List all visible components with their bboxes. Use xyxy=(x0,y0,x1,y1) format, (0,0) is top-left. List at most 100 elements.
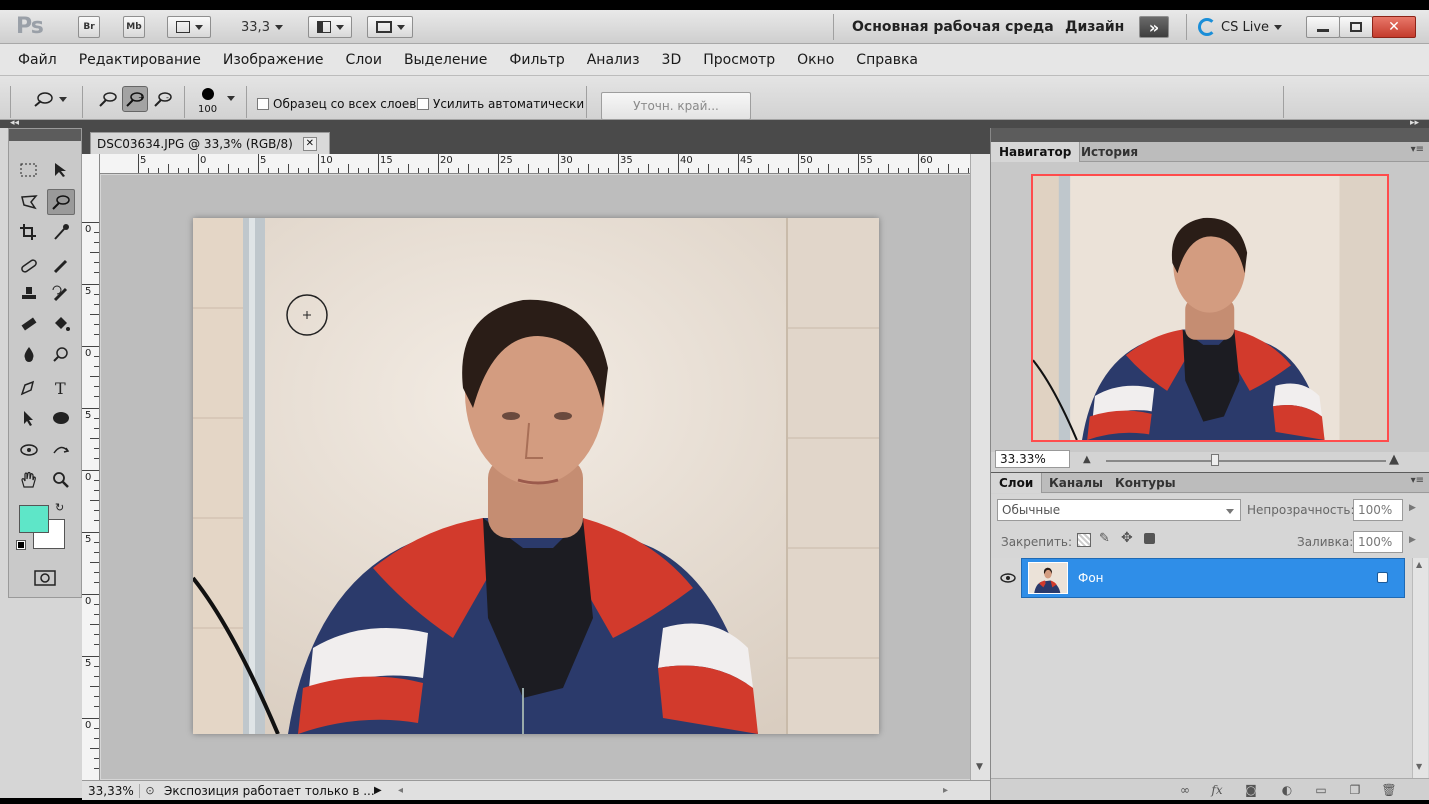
add-to-selection-mode[interactable]: + xyxy=(122,86,148,112)
view-extras-button[interactable] xyxy=(167,16,211,38)
quick-mask-button[interactable] xyxy=(31,567,59,589)
move-tool[interactable] xyxy=(47,157,75,183)
layer-name[interactable]: Фон xyxy=(1078,571,1104,585)
menu-filter[interactable]: Фильтр xyxy=(509,52,564,68)
document-image[interactable] xyxy=(193,218,879,734)
navigator-zoom-slider[interactable] xyxy=(1106,460,1386,462)
brush-tool[interactable] xyxy=(47,253,75,279)
sample-all-layers-checkbox[interactable] xyxy=(257,98,269,110)
menu-select[interactable]: Выделение xyxy=(404,52,487,68)
hscroll-left-icon[interactable]: ◂ xyxy=(398,785,403,796)
zoom-out-icon[interactable]: ▲ xyxy=(1083,454,1091,465)
tab-layers[interactable]: Слои xyxy=(991,473,1043,493)
zoom-level-dropdown[interactable]: 33,3 xyxy=(232,16,292,38)
menu-window[interactable]: Окно xyxy=(797,52,834,68)
menu-edit[interactable]: Редактирование xyxy=(79,52,201,68)
navigator-zoom-field[interactable]: 33.33% xyxy=(995,450,1070,468)
opacity-field[interactable]: 100% xyxy=(1353,499,1403,521)
paint-bucket-tool[interactable] xyxy=(47,311,75,337)
fill-field[interactable]: 100% xyxy=(1353,531,1403,553)
layer-row-background[interactable]: Фон xyxy=(1021,558,1405,598)
hand-tool[interactable] xyxy=(15,467,43,493)
zoom-tool[interactable] xyxy=(47,467,75,493)
subtract-from-selection-mode[interactable]: - xyxy=(150,86,176,112)
minimize-button[interactable] xyxy=(1306,16,1340,38)
layer-style-icon[interactable]: fx xyxy=(1209,783,1225,797)
layers-scrollbar[interactable]: ▲ ▼ xyxy=(1412,558,1428,778)
menu-image[interactable]: Изображение xyxy=(223,52,324,68)
add-mask-icon[interactable]: ◙ xyxy=(1243,783,1259,797)
collapse-left-icon[interactable]: ◂◂ xyxy=(10,118,19,128)
screen-mode-button[interactable] xyxy=(367,16,413,38)
cs-live-button[interactable]: CS Live xyxy=(1198,18,1283,36)
document-tab[interactable]: DSC03634.JPG @ 33,3% (RGB/8) ✕ xyxy=(90,132,330,154)
navigator-zoom-slider-handle[interactable] xyxy=(1211,454,1219,466)
lock-pixels-icon[interactable]: ✎ xyxy=(1099,531,1110,546)
canvas-vertical-scrollbar[interactable]: ▼ xyxy=(970,154,990,780)
blend-mode-dropdown[interactable]: Обычные xyxy=(997,499,1241,521)
lasso-tool[interactable] xyxy=(15,189,43,215)
lock-position-icon[interactable]: ✥ xyxy=(1121,530,1133,546)
lock-all-icon[interactable] xyxy=(1144,533,1155,544)
maximize-button[interactable] xyxy=(1339,16,1373,38)
bridge-button[interactable]: Br xyxy=(78,16,100,38)
panel-menu-icon[interactable]: ▾≡ xyxy=(1411,144,1424,155)
more-workspaces-button[interactable]: » xyxy=(1139,16,1169,38)
brush-size-picker[interactable]: 100 xyxy=(196,86,236,120)
swap-colors-icon[interactable]: ↻ xyxy=(55,501,64,514)
default-colors-icon[interactable] xyxy=(16,540,26,550)
auto-enhance-checkbox[interactable] xyxy=(417,98,429,110)
opacity-arrow-icon[interactable]: ▶ xyxy=(1409,503,1416,513)
menu-3d[interactable]: 3D xyxy=(662,52,682,68)
navigator-preview[interactable] xyxy=(1031,174,1389,442)
3d-rotate-tool[interactable] xyxy=(15,437,43,463)
dodge-tool[interactable] xyxy=(47,341,75,367)
refine-edge-button[interactable]: Уточн. край... xyxy=(601,92,751,120)
3d-orbit-tool[interactable] xyxy=(47,437,75,463)
scroll-down-icon[interactable]: ▼ xyxy=(1416,762,1422,771)
arrange-documents-button[interactable] xyxy=(308,16,352,38)
menu-layer[interactable]: Слои xyxy=(346,52,382,68)
menu-help[interactable]: Справка xyxy=(856,52,918,68)
lock-transparency-icon[interactable] xyxy=(1077,533,1091,547)
rectangular-marquee-tool[interactable] xyxy=(15,157,43,183)
link-layers-icon[interactable]: ∞ xyxy=(1177,783,1193,797)
eyedropper-tool[interactable] xyxy=(47,219,75,245)
workspace-basic-button[interactable]: Основная рабочая среда xyxy=(852,19,1054,35)
new-selection-mode[interactable] xyxy=(95,86,121,112)
eraser-tool[interactable] xyxy=(15,311,43,337)
layer-visibility-toggle[interactable] xyxy=(995,558,1021,598)
close-document-icon[interactable]: ✕ xyxy=(302,136,317,151)
menu-file[interactable]: Файл xyxy=(18,52,57,68)
path-selection-tool[interactable] xyxy=(15,405,43,431)
fill-arrow-icon[interactable]: ▶ xyxy=(1409,535,1416,545)
tab-navigator[interactable]: Навигатор xyxy=(991,142,1081,162)
workspace-design-button[interactable]: Дизайн xyxy=(1065,19,1124,35)
panel-menu-icon[interactable]: ▾≡ xyxy=(1411,475,1424,486)
delete-layer-icon[interactable]: 🗑 xyxy=(1381,783,1397,797)
foreground-color-swatch[interactable] xyxy=(19,505,49,533)
history-brush-tool[interactable] xyxy=(47,281,75,307)
menu-analysis[interactable]: Анализ xyxy=(587,52,640,68)
hscroll-right-icon[interactable]: ▸ xyxy=(943,785,948,796)
tab-history[interactable]: История xyxy=(1073,142,1146,162)
new-layer-icon[interactable]: ❐ xyxy=(1347,783,1363,797)
tab-channels[interactable]: Каналы xyxy=(1041,473,1111,493)
crop-tool[interactable] xyxy=(15,219,43,245)
new-group-icon[interactable]: ▭ xyxy=(1313,783,1329,797)
adjustment-layer-icon[interactable]: ◐ xyxy=(1279,783,1295,797)
spot-healing-brush-tool[interactable] xyxy=(15,253,43,279)
pen-tool[interactable] xyxy=(15,375,43,401)
clone-stamp-tool[interactable] xyxy=(15,281,43,307)
scroll-up-icon[interactable]: ▲ xyxy=(1416,560,1422,569)
status-zoom[interactable]: 33,33% xyxy=(82,783,140,798)
zoom-in-icon[interactable]: ▲ xyxy=(1389,452,1399,467)
type-tool[interactable]: T xyxy=(47,375,75,401)
status-info-icon[interactable]: ⊙ xyxy=(140,784,160,797)
quick-selection-tool[interactable] xyxy=(47,189,75,215)
status-menu-arrow-icon[interactable]: ▶ xyxy=(374,785,388,796)
tool-preset-picker[interactable] xyxy=(28,86,70,112)
tab-paths[interactable]: Контуры xyxy=(1107,473,1184,493)
close-window-button[interactable]: ✕ xyxy=(1372,16,1416,38)
menu-view[interactable]: Просмотр xyxy=(703,52,775,68)
